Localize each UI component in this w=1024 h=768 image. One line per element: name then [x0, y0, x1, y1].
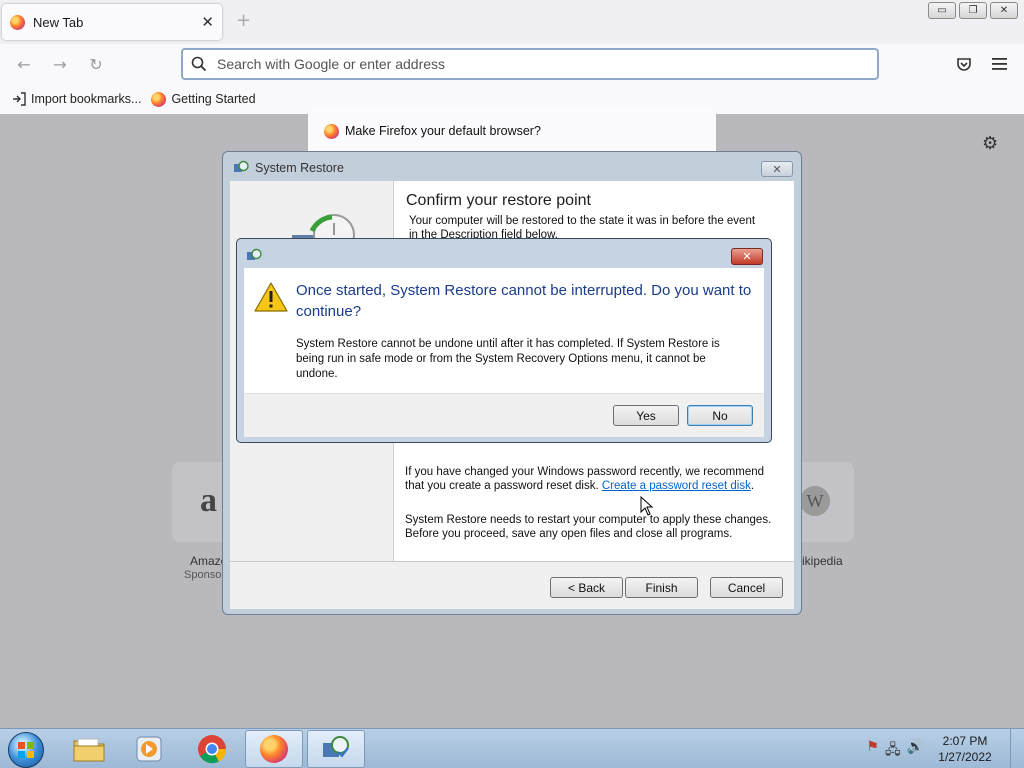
main-instruction: Once started, System Restore cannot be i… [296, 282, 752, 320]
system-restore-icon [323, 736, 349, 758]
wizard-footer: < Back Finish Cancel [230, 561, 794, 609]
taskbar: ⚑ 🖧 🔊 2:07 PM 1/27/2022 [0, 728, 1024, 768]
bookmark-import[interactable]: Import bookmarks... [12, 92, 141, 106]
forward-button[interactable]: → [48, 53, 72, 75]
tile-label: ikipedia [802, 554, 843, 568]
window-controls: ▭ ❐ ✕ [928, 2, 1018, 19]
warning-icon [254, 282, 288, 312]
volume-icon[interactable]: 🔊 [907, 739, 924, 763]
no-button[interactable]: No [687, 405, 753, 426]
tab-title: New Tab [33, 14, 84, 30]
password-text: If you have changed your Windows passwor… [405, 466, 765, 493]
taskbar-chrome[interactable] [183, 730, 241, 768]
tab-close-icon[interactable]: ✕ [201, 13, 214, 31]
gear-icon[interactable]: ⚙ [982, 133, 998, 154]
tab-strip: New Tab ✕ + ▭ ❐ ✕ [0, 0, 1024, 44]
taskbar-explorer[interactable] [60, 730, 118, 768]
close-button[interactable]: ✕ [761, 161, 793, 177]
action-center-icon[interactable]: ⚑ [866, 739, 879, 763]
new-tab-button[interactable]: + [236, 10, 251, 31]
title-bar: System Restore [233, 160, 344, 176]
clock-time: 2:07 PM [942, 734, 988, 748]
search-input[interactable] [217, 56, 817, 72]
dialog-body: Once started, System Restore cannot be i… [244, 268, 764, 393]
bookmark-getting-started[interactable]: Getting Started [151, 91, 256, 107]
menu-icon[interactable] [989, 54, 1011, 74]
pocket-icon[interactable] [953, 54, 975, 74]
taskbar-system-restore[interactable] [307, 730, 365, 768]
reload-button[interactable]: ↻ [84, 53, 108, 75]
restart-text: System Restore needs to restart your com… [405, 514, 772, 540]
wikipedia-logo: W [800, 486, 830, 516]
firefox-icon [324, 124, 339, 139]
import-icon [13, 92, 26, 106]
navigation-bar: ← → ↻ [0, 44, 1024, 84]
mouse-cursor [640, 496, 654, 516]
dialog-footer: Yes No [244, 393, 764, 437]
close-window-button[interactable]: ✕ [990, 2, 1018, 19]
folder-icon [73, 738, 105, 762]
notification-text: Make Firefox your default browser? [345, 124, 541, 138]
system-tray: ⚑ 🖧 🔊 [866, 739, 924, 763]
window-title: System Restore [255, 161, 344, 175]
minimize-button[interactable]: ▭ [928, 2, 956, 19]
taskbar-firefox[interactable] [245, 730, 303, 768]
bookmark-label: Getting Started [171, 92, 256, 106]
chrome-icon [198, 735, 227, 764]
system-restore-icon [247, 248, 262, 260]
windows-logo-icon [18, 742, 34, 758]
taskbar-media-player[interactable] [120, 730, 178, 768]
create-password-reset-disk-link[interactable]: Create a password reset disk [602, 480, 751, 492]
bookmark-label: Import bookmarks... [31, 92, 142, 106]
network-icon[interactable]: 🖧 [885, 739, 901, 763]
amazon-logo: a [200, 482, 217, 519]
search-icon [191, 56, 207, 72]
media-player-icon [136, 736, 162, 762]
firefox-icon [10, 14, 25, 30]
confirm-dialog: ✕ Once started, System Restore cannot be… [236, 238, 772, 443]
dialog-content: System Restore cannot be undone until af… [296, 338, 720, 380]
finish-button[interactable]: Finish [625, 577, 698, 598]
restore-button[interactable]: ❐ [959, 2, 987, 19]
back-button[interactable]: ← [12, 53, 36, 75]
system-restore-icon [234, 160, 249, 172]
page-title: Confirm your restore point [406, 192, 591, 209]
clock-date: 1/27/2022 [938, 750, 992, 764]
show-desktop-button[interactable] [1010, 729, 1024, 768]
back-button[interactable]: < Back [550, 577, 623, 598]
start-button[interactable] [8, 732, 44, 768]
period: . [750, 479, 755, 492]
clock[interactable]: 2:07 PM 1/27/2022 [930, 733, 1000, 765]
dialog-close-button[interactable]: ✕ [731, 248, 763, 265]
firefox-icon [260, 735, 288, 763]
address-bar[interactable] [181, 48, 879, 80]
firefox-icon [151, 91, 167, 107]
cancel-button[interactable]: Cancel [710, 577, 783, 598]
tile-sublabel: Sponso [184, 569, 222, 581]
default-browser-notification: Make Firefox your default browser? [308, 108, 716, 156]
yes-button[interactable]: Yes [613, 405, 679, 426]
tab-new-tab[interactable]: New Tab ✕ [2, 4, 222, 40]
